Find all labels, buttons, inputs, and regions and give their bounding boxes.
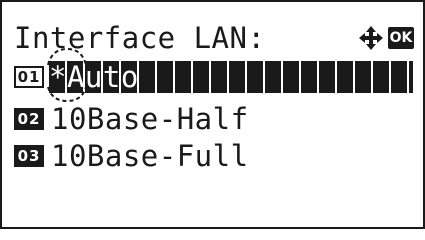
header: Interface LAN: OK (14, 20, 414, 60)
menu-item-10base-full[interactable]: 03 10Base-Full (14, 140, 249, 172)
ok-key-icon: OK (388, 27, 414, 49)
item-number-badge: 03 (14, 145, 44, 167)
four-way-arrows-icon (359, 26, 383, 50)
menu-item-label: *Auto (49, 60, 139, 94)
item-number-badge: 01 (14, 66, 44, 88)
screen-title: Interface LAN: (14, 21, 266, 55)
menu-item-auto[interactable]: 01 *Auto (14, 47, 414, 103)
nav-hints: OK (358, 25, 414, 51)
menu-item-10base-half[interactable]: 02 10Base-Half (14, 103, 249, 135)
item-number-badge: 02 (14, 108, 44, 130)
menu-item-label: 10Base-Half (51, 102, 249, 136)
lcd-screen: Interface LAN: OK 01 *Auto 02 10Base-Hal… (0, 0, 425, 229)
menu-item-label: 10Base-Full (51, 139, 249, 173)
